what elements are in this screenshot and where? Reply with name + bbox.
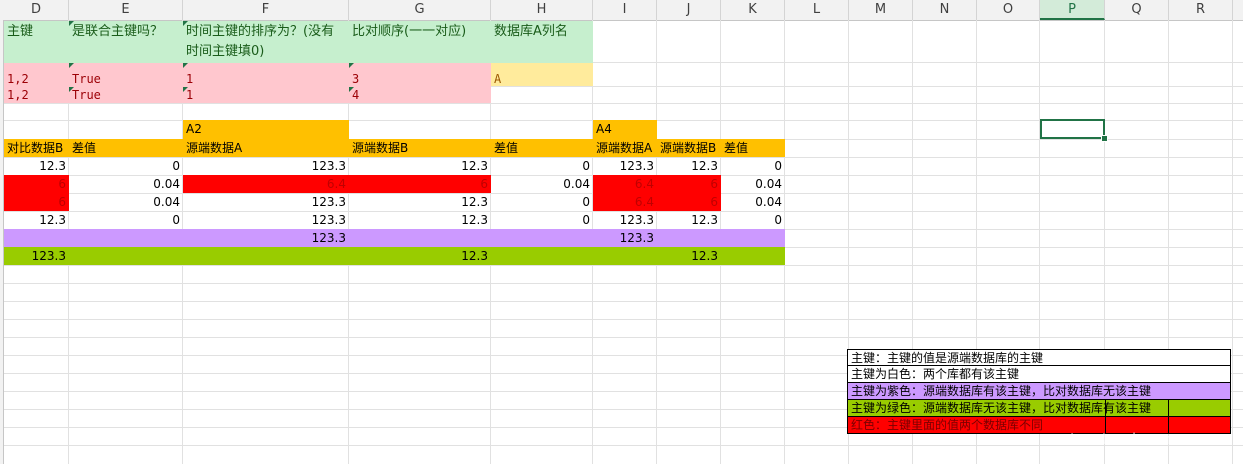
cell-i-purple[interactable]: 123.3 — [593, 230, 657, 247]
column-header-l[interactable]: L — [785, 0, 849, 20]
cell-i-data-3[interactable]: 6.4 — [593, 194, 657, 211]
cell-j-data-2[interactable]: 6 — [657, 176, 721, 193]
cell-d-data-1[interactable]: 12.3 — [4, 158, 69, 175]
spreadsheet-grid[interactable]: D E F G H I J K L M N O P Q R 主键 是联合主键吗？… — [0, 0, 1243, 464]
legend-row-green[interactable]: 主键为绿色：源端数据库无该主键，比对数据库有该主键 — [847, 400, 1231, 417]
legend-text-purple: 主键为紫色：源端数据库有该主键，比对数据库无该主键 — [851, 384, 1152, 398]
legend-text-white: 主键为白色：两个库都有该主键 — [851, 367, 1020, 381]
column-header-m[interactable]: M — [849, 0, 913, 20]
cell-i-subheader[interactable]: 源端数据A — [593, 140, 657, 157]
cell-j-data-1[interactable]: 12.3 — [657, 158, 721, 175]
legend-row-purple[interactable]: 主键为紫色：源端数据库有该主键，比对数据库无该主键 — [847, 383, 1231, 400]
cell-d-config-2[interactable]: 1,2 — [4, 87, 69, 104]
cell-e-data-4[interactable]: 0 — [69, 212, 183, 229]
cell-k-data-2[interactable]: 0.04 — [721, 176, 785, 193]
cell-f-purple[interactable]: 123.3 — [183, 230, 349, 247]
cell-f-time-key-order-header[interactable]: 时间主键的排序为？(没有时间主键填0) — [183, 22, 349, 62]
cell-h-db-a-column-header[interactable]: 数据库A列名 — [491, 22, 593, 42]
column-header-p[interactable]: P — [1040, 0, 1105, 20]
column-header-n[interactable]: N — [913, 0, 977, 20]
cell-f-data-3[interactable]: 123.3 — [183, 194, 349, 211]
cell-d-subheader[interactable]: 对比数据B — [4, 140, 69, 157]
cell-j-lime[interactable]: 12.3 — [657, 248, 721, 265]
cell-e-config-1[interactable]: True — [69, 71, 183, 88]
cell-f-data-1[interactable]: 123.3 — [183, 158, 349, 175]
cell-e-data-1[interactable]: 0 — [69, 158, 183, 175]
cell-h-subheader[interactable]: 差值 — [491, 140, 593, 157]
cell-h-data-4[interactable]: 0 — [491, 212, 593, 229]
cell-g-data-2[interactable]: 6 — [349, 176, 491, 193]
legend-row-white[interactable]: 主键为白色：两个库都有该主键 — [847, 366, 1231, 383]
legend-text-green: 主键为绿色：源端数据库无该主键，比对数据库有该主键 — [851, 401, 1152, 415]
cell-f-subheader[interactable]: 源端数据A — [183, 140, 349, 157]
column-header-k[interactable]: K — [721, 0, 785, 20]
column-header-f[interactable]: F — [183, 0, 349, 20]
column-header-i[interactable]: I — [593, 0, 657, 20]
column-header-e[interactable]: E — [69, 0, 183, 20]
column-header-h[interactable]: H — [491, 0, 593, 20]
cell-f-data-4[interactable]: 123.3 — [183, 212, 349, 229]
selected-cell-outline[interactable] — [1040, 119, 1105, 139]
cell-d-primary-key-header[interactable]: 主键 — [4, 22, 69, 42]
column-header-g[interactable]: G — [349, 0, 491, 20]
cell-g-config-1[interactable]: 3 — [349, 71, 491, 88]
cell-g-lime[interactable]: 12.3 — [349, 248, 491, 265]
legend-row-primary-key[interactable]: 主键：主键的值是源端数据库的主键 — [847, 349, 1231, 366]
cell-g-data-1[interactable]: 12.3 — [349, 158, 491, 175]
cell-f-config-1[interactable]: 1 — [183, 71, 349, 88]
column-header-o[interactable]: O — [977, 0, 1040, 20]
cell-i-data-2[interactable]: 6.4 — [593, 176, 657, 193]
cell-g-data-3[interactable]: 12.3 — [349, 194, 491, 211]
cell-h-data-1[interactable]: 0 — [491, 158, 593, 175]
cell-f-data-2[interactable]: 6.4 — [183, 176, 349, 193]
column-header-bar: D E F G H I J K L M N O P Q R — [0, 0, 1243, 21]
cell-i-group-label[interactable]: A4 — [593, 121, 657, 138]
cell-e-subheader[interactable]: 差值 — [69, 140, 183, 157]
cell-e-config-2[interactable]: True — [69, 87, 183, 104]
cell-d-data-2[interactable]: 6 — [4, 176, 69, 193]
cell-j-data-3[interactable]: 6 — [657, 194, 721, 211]
cell-e-data-3[interactable]: 0.04 — [69, 194, 183, 211]
cell-f-config-2[interactable]: 1 — [183, 87, 349, 104]
legend-text-red: 红色：主键里面的值两个数据库不同 — [851, 418, 1044, 432]
legend-box: 主键：主键的值是源端数据库的主键 主键为白色：两个库都有该主键 主键为紫色：源端… — [847, 349, 1231, 437]
cell-e-data-2[interactable]: 0.04 — [69, 176, 183, 193]
cell-j-subheader[interactable]: 源端数据B — [657, 140, 721, 157]
column-header-d[interactable]: D — [4, 0, 69, 20]
cell-i-data-4[interactable]: 123.3 — [593, 212, 657, 229]
cell-d-data-3[interactable]: 6 — [4, 194, 69, 211]
cell-e-composite-key-header[interactable]: 是联合主键吗？ — [69, 22, 183, 42]
cell-g-config-2[interactable]: 4 — [349, 87, 491, 104]
column-header-r[interactable]: R — [1169, 0, 1233, 20]
cell-g-subheader[interactable]: 源端数据B — [349, 140, 491, 157]
fill-handle[interactable] — [1101, 135, 1108, 142]
cell-h-data-3[interactable]: 0 — [491, 194, 593, 211]
watermark-text: testerhome — [1070, 430, 1187, 448]
column-header-j[interactable]: J — [657, 0, 721, 20]
cell-i-data-1[interactable]: 123.3 — [593, 158, 657, 175]
cell-k-data-3[interactable]: 0.04 — [721, 194, 785, 211]
cell-k-subheader[interactable]: 差值 — [721, 140, 785, 157]
cell-g-compare-order-header[interactable]: 比对顺序(一一对应) — [349, 22, 491, 42]
legend-text-primary-key: 主键：主键的值是源端数据库的主键 — [851, 351, 1044, 365]
cell-h-config-1[interactable]: A — [491, 71, 593, 88]
cell-g-data-4[interactable]: 12.3 — [349, 212, 491, 229]
cell-h-data-2[interactable]: 0.04 — [491, 176, 593, 193]
cell-j-data-4[interactable]: 12.3 — [657, 212, 721, 229]
cell-k-data-4[interactable]: 0 — [721, 212, 785, 229]
cell-f-group-label[interactable]: A2 — [183, 121, 349, 138]
cell-k-data-1[interactable]: 0 — [721, 158, 785, 175]
cell-d-config-1[interactable]: 1,2 — [4, 71, 69, 88]
cell-d-data-4[interactable]: 12.3 — [4, 212, 69, 229]
cell-d-lime[interactable]: 123.3 — [4, 248, 69, 265]
column-header-q[interactable]: Q — [1105, 0, 1169, 20]
